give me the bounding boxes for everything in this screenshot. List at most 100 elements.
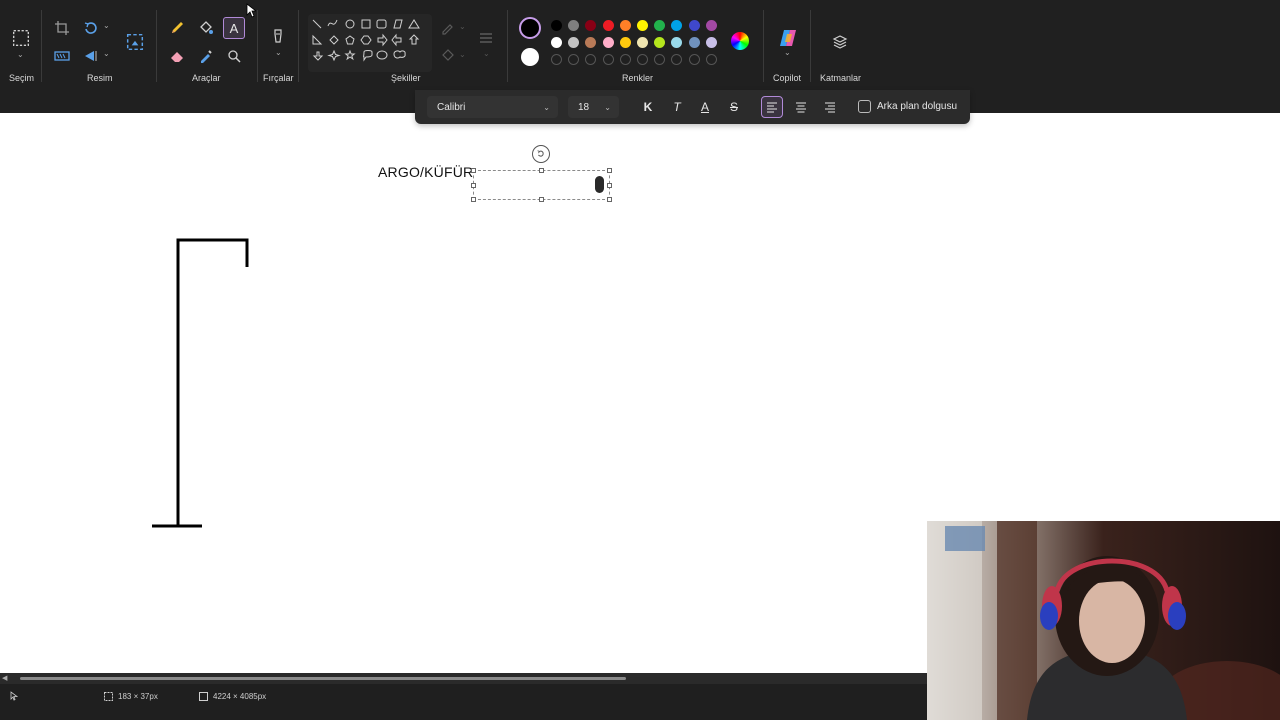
selection-size-text: 183 × 37px: [118, 692, 158, 701]
resize-handle[interactable]: [471, 183, 476, 188]
rotate-icon[interactable]: [80, 17, 102, 39]
rotate-handle-icon[interactable]: [532, 145, 550, 163]
empty-color-slot[interactable]: [551, 54, 562, 65]
color-swatch[interactable]: [602, 20, 614, 31]
pencil-icon[interactable]: [166, 17, 188, 39]
tools-group-label: Araçlar: [192, 73, 221, 83]
empty-color-slot[interactable]: [637, 54, 648, 65]
resize-icon[interactable]: [51, 45, 73, 67]
primary-color-swatch[interactable]: [519, 17, 541, 39]
color-swatch[interactable]: [688, 20, 700, 31]
color-picker-icon[interactable]: [195, 45, 217, 67]
eraser-icon[interactable]: [166, 45, 188, 67]
color-swatch[interactable]: [654, 37, 666, 48]
color-swatch[interactable]: [568, 20, 580, 31]
color-swatch[interactable]: [551, 20, 562, 31]
copilot-icon[interactable]: [778, 28, 798, 48]
chevron-down-icon[interactable]: ⌄: [459, 50, 466, 59]
resize-handle[interactable]: [539, 168, 544, 173]
underline-button[interactable]: A: [694, 96, 716, 118]
divider: [507, 10, 508, 82]
divider: [298, 10, 299, 82]
fill-bucket-icon[interactable]: [195, 17, 217, 39]
chevron-down-icon[interactable]: ⌄: [103, 21, 110, 30]
chevron-down-icon[interactable]: ⌄: [459, 22, 466, 31]
shape-fill-icon[interactable]: [437, 45, 459, 67]
font-family-value: Calibri: [437, 101, 466, 113]
color-swatch[interactable]: [637, 20, 648, 31]
font-size-dropdown[interactable]: 18 ⌄: [568, 96, 619, 118]
webcam-person-image: [927, 521, 1280, 720]
shapes-gallery[interactable]: [308, 14, 432, 72]
empty-color-slot[interactable]: [671, 54, 683, 65]
chevron-down-icon[interactable]: ⌄: [275, 48, 282, 57]
empty-color-slot[interactable]: [688, 54, 700, 65]
divider: [41, 10, 42, 82]
align-left-icon: [767, 102, 777, 113]
scrollbar-thumb[interactable]: [20, 677, 626, 680]
resize-handle[interactable]: [607, 168, 612, 173]
strikethrough-button[interactable]: S: [723, 96, 745, 118]
background-fill-checkbox[interactable]: [858, 100, 871, 113]
selection-group-label: Seçim: [9, 73, 35, 83]
brush-icon[interactable]: [267, 25, 289, 47]
color-swatch[interactable]: [671, 20, 683, 31]
color-swatch[interactable]: [688, 37, 700, 48]
edit-colors-icon[interactable]: [731, 32, 749, 50]
empty-color-slot[interactable]: [585, 54, 597, 65]
flip-icon[interactable]: [80, 45, 102, 67]
selection-rectangle-icon: [13, 30, 29, 46]
bold-button[interactable]: K: [637, 96, 659, 118]
empty-color-slot[interactable]: [619, 54, 631, 65]
text-tool-icon[interactable]: A: [223, 17, 245, 39]
empty-color-slot[interactable]: [654, 54, 666, 65]
color-swatch[interactable]: [551, 37, 562, 48]
divider: [156, 10, 157, 82]
select-tool-button[interactable]: [9, 26, 33, 50]
resize-handle[interactable]: [607, 197, 612, 202]
scroll-left-icon[interactable]: ◀: [2, 674, 7, 682]
color-swatch[interactable]: [585, 37, 597, 48]
empty-color-slot[interactable]: [568, 54, 580, 65]
horizontal-scrollbar[interactable]: ◀: [0, 673, 928, 684]
color-swatch[interactable]: [619, 37, 631, 48]
image-select-icon[interactable]: [124, 31, 146, 53]
chevron-down-icon[interactable]: ⌄: [483, 49, 490, 58]
color-swatch[interactable]: [619, 20, 631, 31]
layers-icon[interactable]: [829, 31, 851, 53]
chevron-down-icon[interactable]: ⌄: [17, 50, 24, 59]
resize-handle[interactable]: [471, 197, 476, 202]
chevron-down-icon[interactable]: ⌄: [103, 49, 110, 58]
scroll-grip-icon[interactable]: [595, 176, 604, 193]
outline-icon[interactable]: [437, 17, 459, 39]
secondary-color-swatch[interactable]: [521, 48, 539, 66]
status-bar: 183 × 37px 4224 × 4085px: [0, 684, 928, 720]
italic-button[interactable]: T: [666, 96, 688, 118]
align-left-button[interactable]: [761, 96, 783, 118]
resize-handle[interactable]: [471, 168, 476, 173]
text-box-selection[interactable]: [471, 168, 612, 202]
color-swatch[interactable]: [705, 37, 717, 48]
magnifier-icon[interactable]: [223, 45, 245, 67]
divider: [810, 10, 811, 82]
color-swatch[interactable]: [637, 37, 648, 48]
empty-color-slot[interactable]: [705, 54, 717, 65]
image-group-label: Resim: [87, 73, 113, 83]
color-swatch[interactable]: [602, 37, 614, 48]
color-swatch[interactable]: [671, 37, 683, 48]
resize-handle[interactable]: [607, 183, 612, 188]
font-family-dropdown[interactable]: Calibri ⌄: [427, 96, 558, 118]
line-width-icon[interactable]: [475, 27, 497, 49]
resize-handle[interactable]: [539, 197, 544, 202]
empty-color-slot[interactable]: [602, 54, 614, 65]
crop-icon[interactable]: [51, 17, 73, 39]
align-right-button[interactable]: [819, 96, 841, 118]
canvas-text[interactable]: ARGO/KÜFÜR: [378, 164, 473, 180]
color-swatch[interactable]: [654, 20, 666, 31]
text-format-toolbar: Calibri ⌄ 18 ⌄ K T A S Arka plan dolgusu: [415, 90, 970, 124]
color-swatch[interactable]: [585, 20, 597, 31]
align-center-button[interactable]: [790, 96, 812, 118]
color-swatch[interactable]: [705, 20, 717, 31]
chevron-down-icon[interactable]: ⌄: [784, 48, 791, 57]
color-swatch[interactable]: [568, 37, 580, 48]
